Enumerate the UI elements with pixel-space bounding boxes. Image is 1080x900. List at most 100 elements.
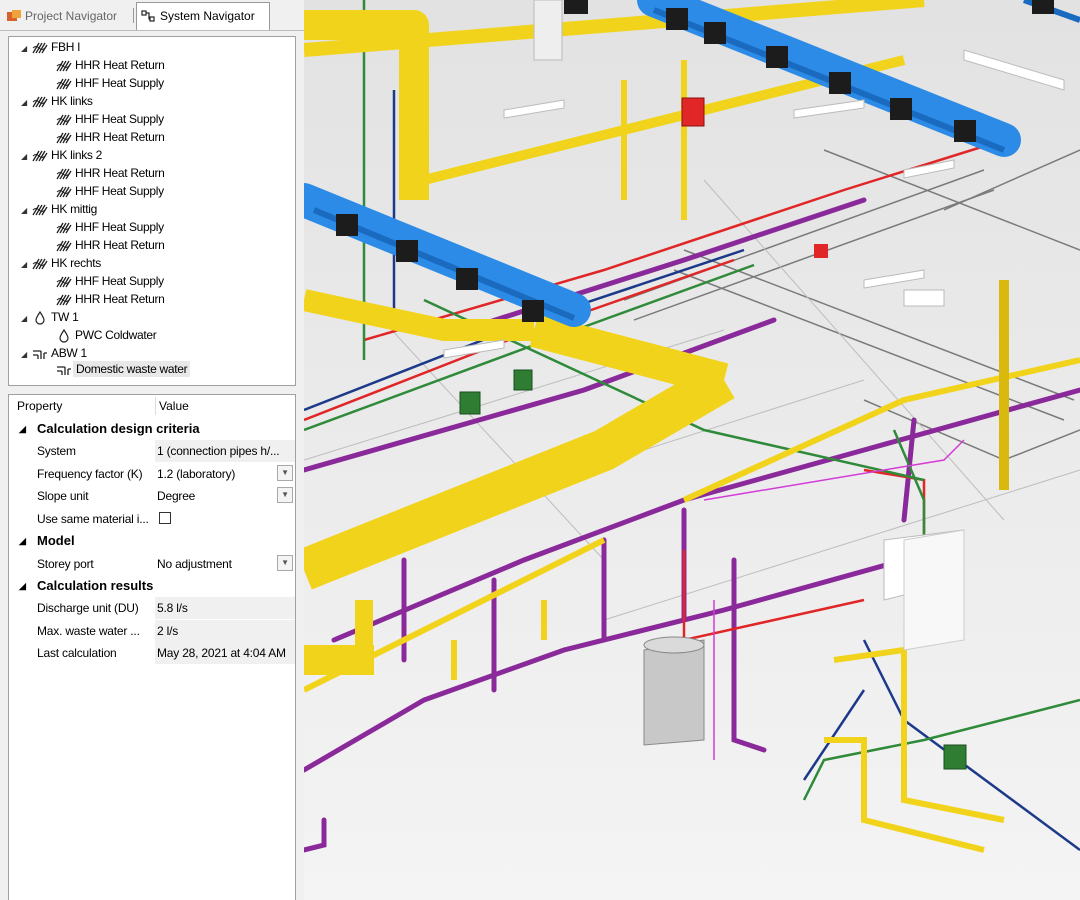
tree-node-label: HHR Heat Return	[75, 238, 165, 252]
tab-project-navigator[interactable]: Project Navigator	[2, 3, 132, 29]
tree-node-label: PWC Coldwater	[75, 328, 157, 342]
prop-name: Max. waste water ...	[37, 624, 140, 638]
tree-node-hk-links-2[interactable]: ◢ HK links 2	[21, 147, 102, 164]
tree-node-label: ABW 1	[51, 346, 87, 360]
tree-node-hhf[interactable]: HHF Heat Supply	[55, 273, 164, 290]
prop-use-same-material[interactable]: Use same material i...	[9, 508, 295, 530]
collapse-arrow-icon[interactable]: ◢	[19, 530, 26, 552]
tree-node-domestic-waste-water[interactable]: Domestic waste water	[55, 361, 191, 378]
tree-node-hhr[interactable]: HHR Heat Return	[55, 165, 165, 182]
prop-system[interactable]: System 1 (connection pipes h/...	[9, 440, 295, 462]
project-navigator-icon	[7, 10, 21, 21]
prop-value[interactable]: 1.2 (laboratory) ▼	[155, 463, 295, 485]
tree-node-label: HHR Heat Return	[75, 166, 165, 180]
prop-name: System	[37, 444, 76, 458]
collapse-arrow-icon[interactable]: ◢	[21, 256, 31, 273]
tree-node-label: HHR Heat Return	[75, 292, 165, 306]
prop-value-text: No adjustment	[157, 557, 232, 571]
prop-value[interactable]: Degree ▼	[155, 485, 295, 507]
heating-system-icon	[31, 203, 49, 222]
collapse-arrow-icon[interactable]: ◢	[21, 310, 31, 327]
collapse-arrow-icon[interactable]: ◢	[19, 575, 26, 597]
tree-node-label: HK rechts	[51, 256, 101, 270]
tab-project-navigator-label: Project Navigator	[25, 9, 118, 23]
tree-node-label: HHF Heat Supply	[75, 76, 164, 90]
prop-name: Slope unit	[37, 489, 89, 503]
collapse-arrow-icon[interactable]: ◢	[21, 148, 31, 165]
tree-node-hhr[interactable]: HHR Heat Return	[55, 237, 165, 254]
tree-node-label: HK links	[51, 94, 93, 108]
collapse-arrow-icon[interactable]: ◢	[21, 202, 31, 219]
tree-node-hhf[interactable]: HHF Heat Supply	[55, 111, 164, 128]
tree-node-label: Domestic waste water	[73, 361, 191, 377]
system-tree: ◢ FBH I HHR Heat Return HHF Heat Supply ◢…	[8, 36, 296, 386]
tree-node-tw1[interactable]: ◢ TW 1	[21, 309, 79, 327]
column-separator[interactable]	[155, 397, 156, 415]
header-value: Value	[159, 399, 189, 413]
prop-name: Frequency factor (K)	[37, 467, 143, 481]
prop-name: Use same material i...	[37, 512, 149, 526]
tree-node-label: HHR Heat Return	[75, 130, 165, 144]
tree-node-hhr[interactable]: HHR Heat Return	[55, 291, 165, 308]
collapse-arrow-icon[interactable]: ◢	[21, 94, 31, 111]
same-material-checkbox[interactable]	[159, 512, 171, 524]
prop-storey-port[interactable]: Storey port No adjustment ▼	[9, 553, 295, 575]
property-grid-header: Property Value	[9, 395, 295, 417]
tree-node-fbh1[interactable]: ◢ FBH I	[21, 39, 80, 56]
chevron-down-icon[interactable]: ▼	[277, 555, 293, 571]
prop-name: Discharge unit (DU)	[37, 601, 139, 615]
collapse-arrow-icon[interactable]: ◢	[21, 40, 31, 57]
tree-node-label: TW 1	[51, 310, 79, 324]
prop-value-text: 1.2 (laboratory)	[157, 467, 236, 481]
tree-node-hhf[interactable]: HHF Heat Supply	[55, 219, 164, 236]
prop-name: Storey port	[37, 557, 94, 571]
prop-value: May 28, 2021 at 4:04 AM	[155, 642, 295, 664]
tree-node-hk-links[interactable]: ◢ HK links	[21, 93, 93, 110]
prop-last-calculation[interactable]: Last calculation May 28, 2021 at 4:04 AM	[9, 642, 295, 664]
tree-node-label: HHR Heat Return	[75, 58, 165, 72]
tree-node-hk-mittig[interactable]: ◢ HK mittig	[21, 201, 97, 218]
heating-system-icon	[31, 41, 49, 60]
heating-system-icon	[31, 149, 49, 168]
waste-water-icon	[55, 363, 73, 382]
chevron-down-icon[interactable]: ▼	[277, 487, 293, 503]
collapse-arrow-icon[interactable]: ◢	[19, 418, 26, 440]
prop-name: Last calculation	[37, 646, 117, 660]
tree-node-hhf[interactable]: HHF Heat Supply	[55, 75, 164, 92]
heating-system-icon	[31, 257, 49, 276]
tree-node-pwc[interactable]: PWC Coldwater	[55, 327, 157, 344]
model-viewport-3d[interactable]	[304, 0, 1080, 900]
tree-node-label: HK links 2	[51, 148, 103, 162]
tab-separator	[133, 8, 134, 23]
prop-max-waste-water[interactable]: Max. waste water ... 2 l/s	[9, 620, 295, 642]
category-model[interactable]: ◢ Model	[9, 530, 295, 552]
tree-node-hk-rechts[interactable]: ◢ HK rechts	[21, 255, 101, 272]
category-design-criteria[interactable]: ◢ Calculation design criteria	[9, 418, 295, 440]
prop-slope-unit[interactable]: Slope unit Degree ▼	[9, 485, 295, 507]
tree-node-label: HHF Heat Supply	[75, 220, 164, 234]
mep-model-render	[304, 0, 1080, 900]
prop-frequency-factor[interactable]: Frequency factor (K) 1.2 (laboratory) ▼	[9, 463, 295, 485]
tree-node-hhf[interactable]: HHF Heat Supply	[55, 183, 164, 200]
header-property: Property	[17, 399, 63, 413]
prop-value: 5.8 l/s	[155, 597, 295, 619]
tree-node-label: HK mittig	[51, 202, 97, 216]
tree-node-label: FBH I	[51, 40, 81, 54]
prop-value[interactable]: No adjustment ▼	[155, 553, 295, 575]
prop-discharge-unit[interactable]: Discharge unit (DU) 5.8 l/s	[9, 597, 295, 619]
tree-node-label: HHF Heat Supply	[75, 274, 164, 288]
prop-value[interactable]: 1 (connection pipes h/...	[155, 440, 295, 462]
chevron-down-icon[interactable]: ▼	[277, 465, 293, 481]
tab-system-navigator[interactable]: System Navigator	[136, 2, 270, 30]
system-navigator-icon	[141, 10, 155, 22]
tree-node-abw1[interactable]: ◢ ABW 1	[21, 345, 87, 362]
property-grid: Property Value ◢ Calculation design crite…	[8, 394, 296, 900]
waste-water-icon	[31, 347, 49, 366]
collapse-arrow-icon[interactable]: ◢	[21, 346, 31, 363]
tree-node-hhr[interactable]: HHR Heat Return	[55, 57, 165, 74]
tree-node-label: HHF Heat Supply	[75, 184, 164, 198]
navigator-tabs: Project Navigator System Navigator	[0, 0, 304, 31]
tree-node-hhr[interactable]: HHR Heat Return	[55, 129, 165, 146]
category-calculation-results[interactable]: ◢ Calculation results	[9, 575, 295, 597]
prop-value-text: Degree	[157, 489, 196, 503]
